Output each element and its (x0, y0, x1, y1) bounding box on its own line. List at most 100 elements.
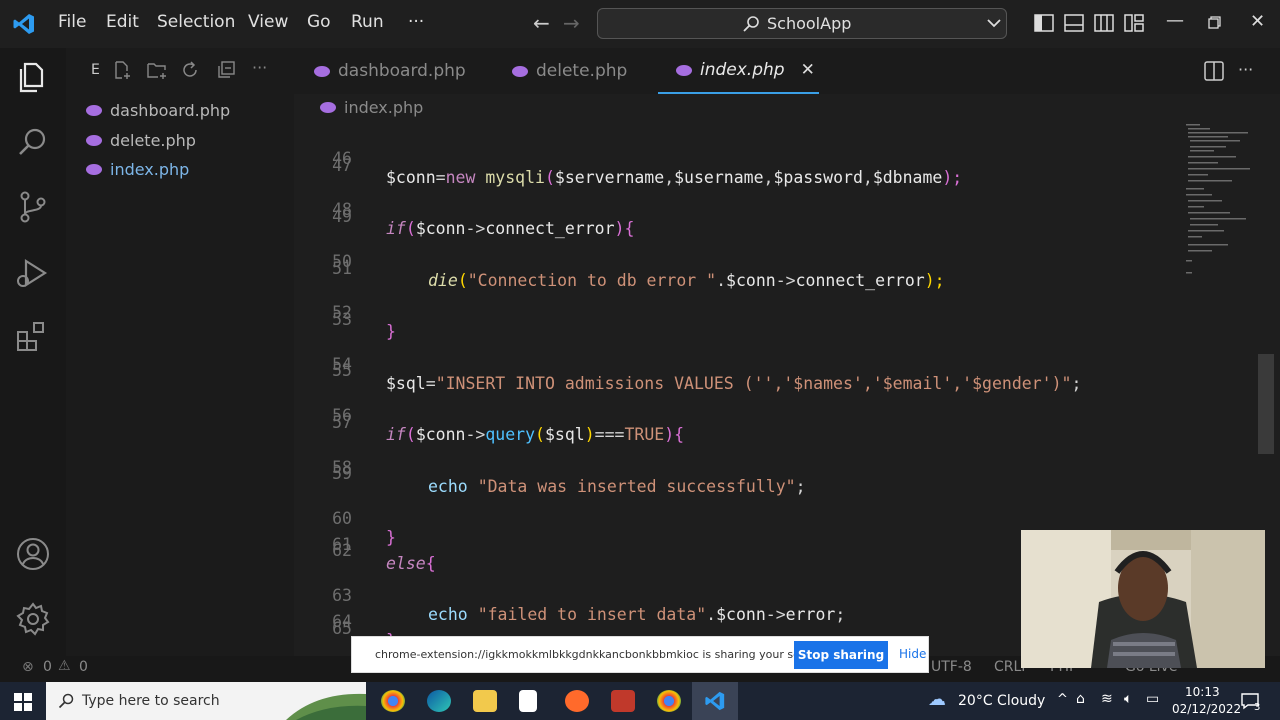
encoding-status[interactable]: UTF-8 (931, 659, 972, 675)
clock-time[interactable]: 10:13 (1185, 685, 1220, 699)
edge-icon[interactable] (427, 690, 451, 712)
notification-count: 3 (1254, 702, 1261, 713)
file-item-label: dashboard.php (110, 100, 231, 120)
php-file-icon (314, 65, 330, 77)
collapse-all-icon[interactable] (216, 60, 236, 80)
split-editor-icon[interactable] (1204, 61, 1224, 81)
gear-icon[interactable] (14, 600, 52, 638)
webcam-overlay (1021, 530, 1265, 668)
code-line: 56 if($conn->query($sql)===TRUE){ (294, 387, 1174, 444)
weather-text[interactable]: 20°C Cloudy (958, 693, 1045, 709)
code-line: 51 (294, 259, 1174, 285)
stop-sharing-button[interactable]: Stop sharing (794, 641, 888, 669)
tab-index[interactable]: index.php ✕ (658, 48, 819, 94)
menu-more[interactable]: ··· (408, 12, 424, 32)
chrome-profile-icon[interactable] (657, 690, 681, 712)
chrome-icon[interactable] (381, 690, 405, 712)
php-file-icon (512, 65, 528, 77)
clock-date[interactable]: 02/12/2022 (1172, 702, 1241, 716)
explorer-header: E (91, 62, 100, 78)
menu-view[interactable]: View (248, 12, 288, 32)
search-icon[interactable] (14, 124, 52, 162)
windows-start-icon[interactable] (14, 693, 32, 711)
wifi-icon[interactable]: ≋ (1101, 691, 1113, 707)
new-file-icon[interactable] (112, 60, 132, 80)
file-item-dashboard[interactable]: dashboard.php (86, 97, 230, 123)
warning-icon[interactable]: ⚠ (58, 658, 71, 674)
menu-file[interactable]: File (58, 12, 86, 32)
volume-icon[interactable]: 🔈︎ (1124, 691, 1132, 707)
file-item-index[interactable]: index.php (86, 156, 189, 182)
tray-chevron-icon[interactable]: ^ (1057, 692, 1068, 707)
error-icon[interactable]: ⊗ (22, 659, 34, 675)
toggle-secondary-sidebar-icon[interactable] (1094, 14, 1114, 32)
screen-share-bar: chrome-extension://igkkmokkmlbkkgdnkkanc… (351, 636, 929, 673)
refresh-icon[interactable] (180, 60, 200, 80)
code-line: 48 if($conn->connect_error){ (294, 181, 1174, 238)
account-icon[interactable] (14, 535, 52, 573)
network-icon[interactable]: ⌂ (1076, 691, 1085, 707)
line-number: 49 (332, 207, 352, 226)
source-control-icon[interactable] (14, 188, 52, 226)
vscode-taskbar-button[interactable] (692, 682, 738, 720)
editor-more-icon[interactable]: ··· (1238, 60, 1253, 79)
explorer-more-icon[interactable]: ··· (252, 58, 267, 77)
brave-icon[interactable] (565, 690, 589, 712)
explorer-icon[interactable] (14, 58, 52, 96)
php-file-icon (86, 134, 102, 146)
file-explorer-icon[interactable] (473, 690, 497, 712)
code-line: 58 echo "Data was inserted successfully"… (294, 439, 1174, 496)
new-folder-icon[interactable] (146, 60, 168, 80)
close-tab-icon[interactable]: ✕ (801, 60, 815, 80)
tab-label: delete.php (536, 61, 628, 81)
search-icon (743, 16, 759, 32)
code-line: 60 } (294, 490, 1174, 547)
nav-back-icon[interactable]: ← (533, 11, 550, 35)
hide-button[interactable]: Hide (899, 647, 926, 661)
tab-delete[interactable]: delete.php (512, 48, 627, 94)
breadcrumb[interactable]: index.php (320, 98, 423, 117)
code-line: 49 (294, 207, 1174, 233)
customize-layout-icon[interactable] (1124, 14, 1144, 32)
nav-forward-icon[interactable]: → (563, 11, 580, 35)
notepad-icon[interactable] (519, 690, 537, 712)
close-window-icon[interactable]: ✕ (1250, 11, 1265, 32)
battery-icon[interactable]: ▭ (1146, 691, 1159, 707)
line-number: 53 (332, 310, 352, 329)
line-number: 65 (332, 619, 352, 638)
vscode-logo-icon[interactable] (12, 12, 36, 36)
chevron-down-icon[interactable] (987, 17, 1001, 29)
restore-icon[interactable] (1208, 16, 1221, 29)
extensions-icon[interactable] (14, 318, 52, 356)
search-icon (58, 693, 74, 709)
menu-run[interactable]: Run (351, 12, 384, 32)
breadcrumb-file: index.php (344, 98, 424, 117)
file-item-label: delete.php (110, 130, 196, 150)
line-number: 59 (332, 464, 352, 483)
menu-edit[interactable]: Edit (106, 12, 139, 32)
tab-dashboard[interactable]: dashboard.php (314, 48, 466, 94)
minimap[interactable] (1182, 120, 1262, 280)
php-file-icon (676, 64, 692, 76)
line-number: 57 (332, 413, 352, 432)
code-line: 57 (294, 413, 1174, 439)
toggle-panel-icon[interactable] (1064, 14, 1084, 32)
menu-selection[interactable]: Selection (157, 12, 235, 32)
toggle-sidebar-icon[interactable] (1034, 14, 1054, 32)
command-center-label: SchoolApp (767, 14, 852, 33)
file-item-delete[interactable]: delete.php (86, 127, 196, 153)
error-count: 0 (43, 659, 52, 675)
taskbar-search-placeholder: Type here to search (82, 693, 220, 709)
run-debug-icon[interactable] (14, 254, 52, 292)
search-highlight-image (286, 693, 366, 720)
code-line: 55 (294, 361, 1174, 387)
menu-go[interactable]: Go (307, 12, 331, 32)
code-line: 50 die("Connection to db error ".$conn->… (294, 233, 1174, 290)
minimize-icon[interactable]: — (1166, 10, 1184, 31)
weather-cloud-icon[interactable]: ☁ (928, 689, 946, 710)
app-icon[interactable] (611, 690, 635, 712)
editor-scrollbar-thumb[interactable] (1258, 354, 1274, 454)
command-center-search[interactable]: SchoolApp (597, 8, 1007, 39)
tab-label: index.php (700, 60, 785, 80)
taskbar-search[interactable]: Type here to search (46, 682, 366, 720)
